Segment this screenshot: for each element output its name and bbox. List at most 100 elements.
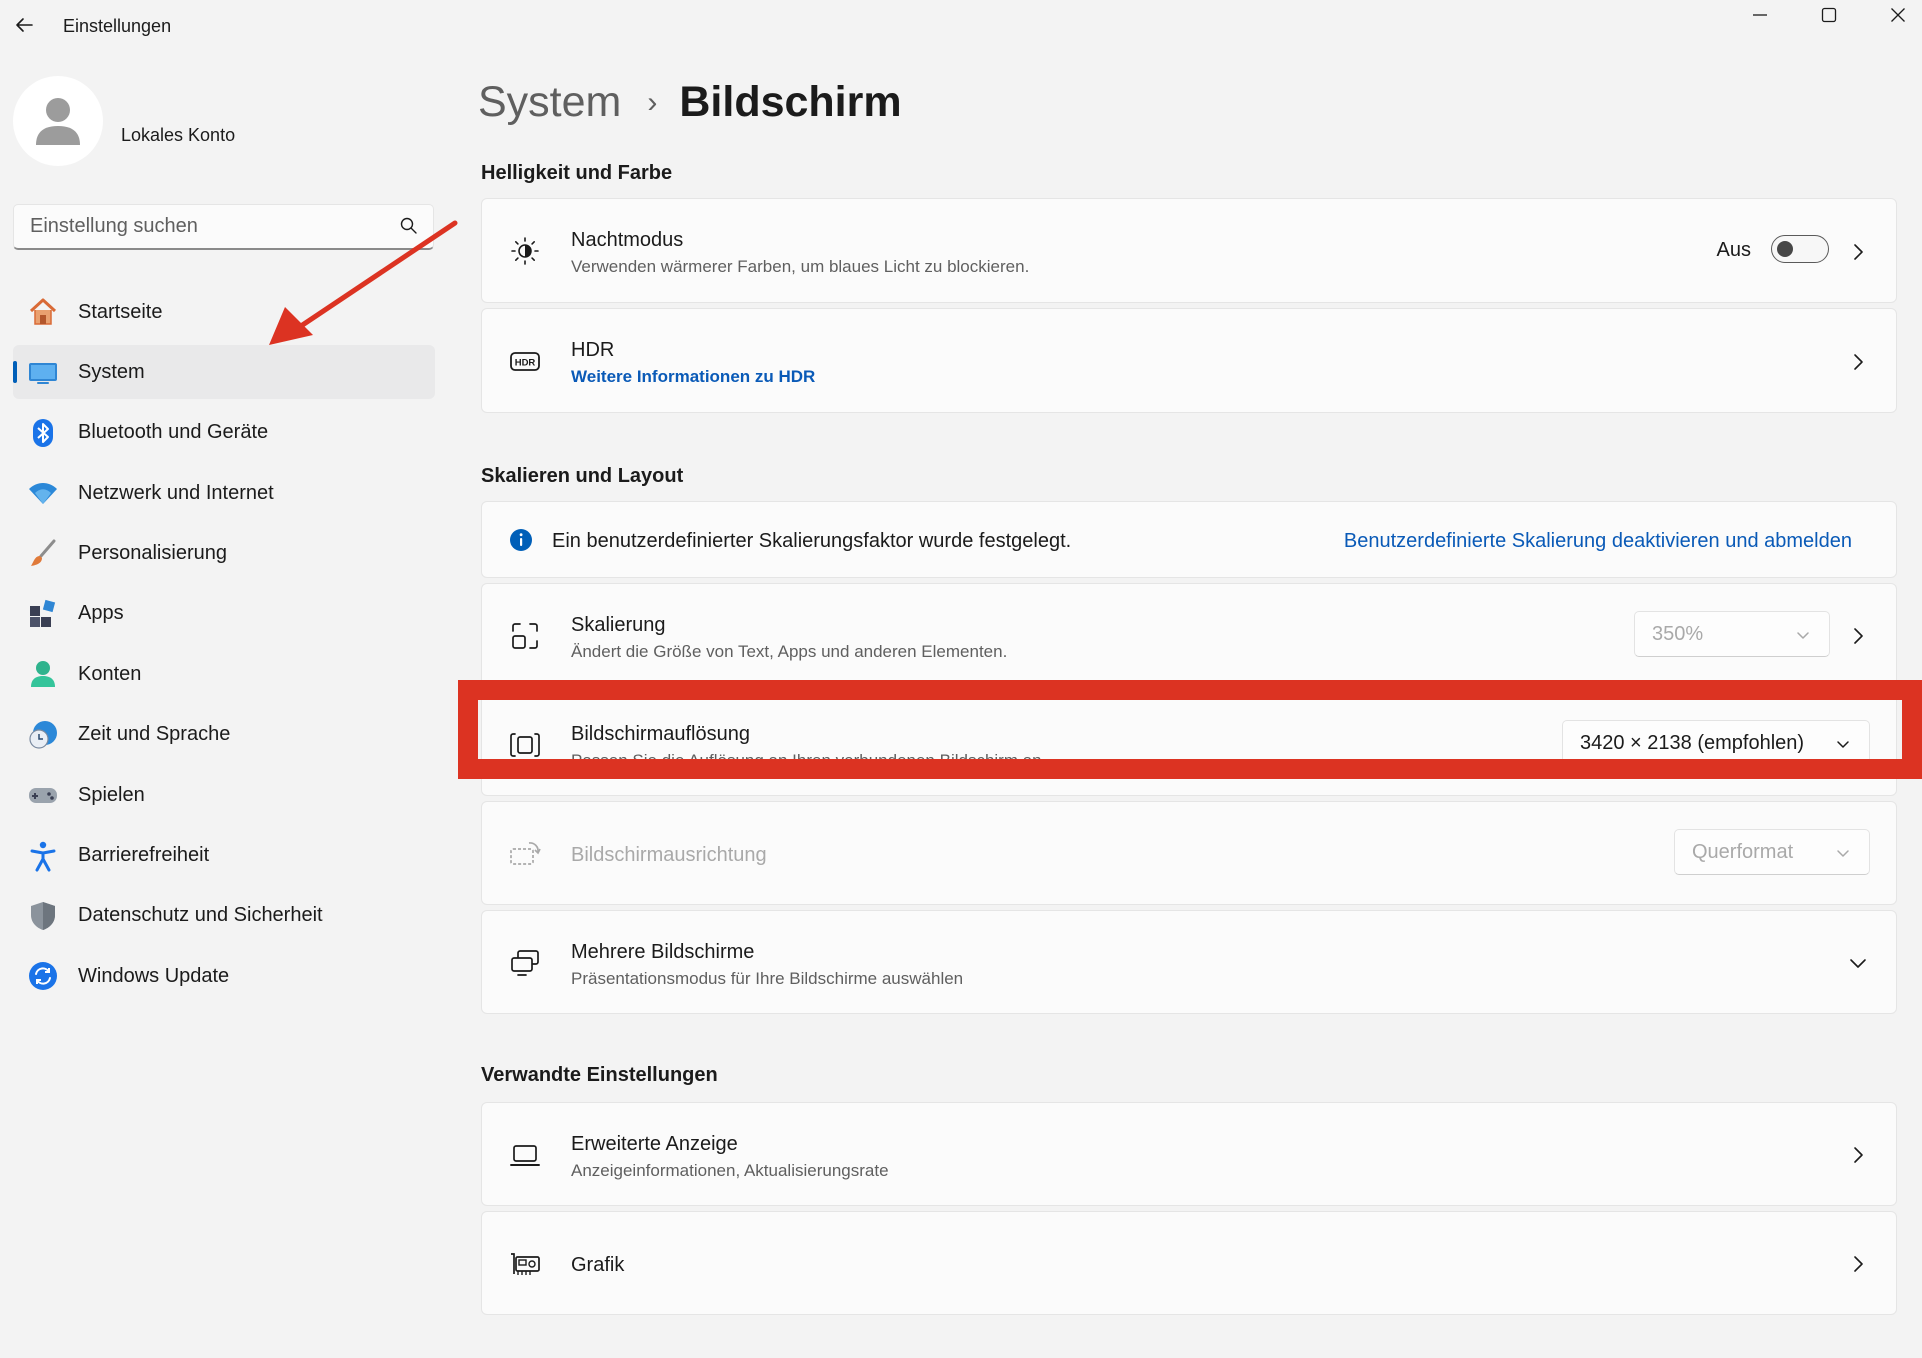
sidebar-item-label: System bbox=[78, 360, 145, 383]
hdr-icon: HDR bbox=[508, 344, 542, 378]
scale-icon bbox=[508, 619, 542, 653]
multi-monitor-icon bbox=[508, 946, 542, 980]
sidebar-item-label: Konten bbox=[78, 662, 142, 685]
advanced-display-title: Erweiterte Anzeige bbox=[571, 1133, 738, 1155]
multiple-displays-card[interactable]: Mehrere Bildschirme Präsentationsmodus f… bbox=[481, 910, 1897, 1014]
night-mode-toggle[interactable] bbox=[1771, 235, 1829, 263]
maximize-icon bbox=[1821, 7, 1837, 23]
sidebar-item-zeit-sprache[interactable]: Zeit und Sprache bbox=[13, 708, 435, 762]
annotation-highlight-box bbox=[458, 680, 1922, 779]
minimize-button[interactable] bbox=[1726, 0, 1794, 30]
hdr-title: HDR bbox=[571, 339, 615, 361]
avatar[interactable] bbox=[13, 76, 103, 166]
chevron-down-icon bbox=[1797, 632, 1809, 639]
chevron-right-icon[interactable] bbox=[1848, 352, 1868, 372]
disable-custom-scaling-link[interactable]: Benutzerdefinierte Skalierung deaktivier… bbox=[1344, 530, 1852, 553]
chevron-right-icon[interactable] bbox=[1848, 242, 1868, 262]
account-name: Lokales Konto bbox=[121, 125, 236, 145]
app-title: Einstellungen bbox=[63, 16, 172, 36]
breadcrumb: System › Bildschirm bbox=[478, 78, 902, 127]
sidebar-item-label: Startseite bbox=[78, 300, 163, 323]
brush-icon bbox=[26, 537, 60, 571]
orientation-dropdown: Querformat bbox=[1674, 829, 1870, 875]
breadcrumb-parent[interactable]: System bbox=[478, 78, 621, 127]
graphics-title: Grafik bbox=[571, 1254, 625, 1276]
sidebar-item-spielen[interactable]: Spielen bbox=[13, 768, 435, 822]
chevron-right-icon[interactable] bbox=[1848, 626, 1868, 646]
sidebar-item-label: Netzwerk und Internet bbox=[78, 481, 274, 504]
sidebar-item-bluetooth[interactable]: Bluetooth und Geräte bbox=[13, 406, 435, 460]
sidebar-item-apps[interactable]: Apps bbox=[13, 587, 435, 641]
night-mode-card[interactable]: Nachtmodus Verwenden wärmerer Farben, um… bbox=[481, 198, 1897, 303]
sidebar-item-windows-update[interactable]: Windows Update bbox=[13, 949, 435, 1003]
night-mode-toggle-label: Aus bbox=[1716, 239, 1751, 261]
info-icon bbox=[504, 523, 538, 557]
toggle-knob bbox=[1777, 241, 1793, 257]
sidebar-item-label: Bluetooth und Geräte bbox=[78, 421, 269, 444]
advanced-display-card[interactable]: Erweiterte Anzeige Anzeigeinformationen,… bbox=[481, 1102, 1897, 1206]
close-icon bbox=[1891, 8, 1905, 22]
apps-icon bbox=[26, 597, 60, 631]
svg-text:HDR: HDR bbox=[515, 358, 536, 369]
section-title-brightness: Helligkeit und Farbe bbox=[481, 162, 673, 184]
rotate-screen-icon bbox=[508, 837, 542, 871]
page-title: Bildschirm bbox=[679, 78, 902, 126]
person-icon bbox=[26, 657, 60, 691]
scaling-dropdown-value: 350% bbox=[1652, 622, 1704, 645]
chevron-right-icon[interactable] bbox=[1848, 1254, 1868, 1274]
hdr-card[interactable]: HDR HDR Weitere Informationen zu HDR bbox=[481, 308, 1897, 413]
sidebar-item-label: Personalisierung bbox=[78, 542, 227, 565]
home-icon bbox=[26, 295, 60, 329]
close-button[interactable] bbox=[1864, 0, 1922, 30]
sidebar-item-label: Zeit und Sprache bbox=[78, 723, 231, 746]
multiple-displays-subtitle: Präsentationsmodus für Ihre Bildschirme … bbox=[571, 969, 964, 988]
bluetooth-icon bbox=[26, 416, 60, 450]
sidebar-item-label: Datenschutz und Sicherheit bbox=[78, 904, 323, 927]
scaling-card[interactable]: Skalierung Ändert die Größe von Text, Ap… bbox=[481, 583, 1897, 687]
gamepad-icon bbox=[26, 778, 60, 812]
arrow-left-icon bbox=[16, 18, 33, 32]
brightness-icon bbox=[508, 234, 542, 268]
section-title-scale: Skalieren und Layout bbox=[481, 465, 684, 487]
sidebar-item-label: Spielen bbox=[78, 783, 145, 806]
minimize-icon bbox=[1753, 14, 1767, 16]
sidebar-item-netzwerk[interactable]: Netzwerk und Internet bbox=[13, 466, 435, 520]
advanced-display-subtitle: Anzeigeinformationen, Aktualisierungsrat… bbox=[571, 1161, 889, 1180]
graphics-card[interactable]: Grafik bbox=[481, 1211, 1897, 1315]
wifi-icon bbox=[26, 476, 60, 510]
scaling-dropdown[interactable]: 350% bbox=[1634, 611, 1830, 657]
sidebar-item-label: Barrierefreiheit bbox=[78, 844, 210, 867]
orientation-dropdown-value: Querformat bbox=[1692, 840, 1794, 863]
update-icon bbox=[26, 959, 60, 993]
shield-icon bbox=[26, 899, 60, 933]
laptop-icon bbox=[508, 1138, 542, 1172]
night-mode-title: Nachtmodus bbox=[571, 229, 684, 251]
breadcrumb-separator: › bbox=[647, 85, 658, 119]
scaling-info-text: Ein benutzerdefinierter Skalierungsfakto… bbox=[552, 530, 1072, 552]
sidebar-item-datenschutz[interactable]: Datenschutz und Sicherheit bbox=[13, 889, 435, 943]
multiple-displays-title: Mehrere Bildschirme bbox=[571, 941, 755, 963]
scaling-subtitle: Ändert die Größe von Text, Apps und ande… bbox=[571, 642, 1008, 661]
sidebar-item-barrierefreiheit[interactable]: Barrierefreiheit bbox=[13, 829, 435, 883]
hdr-info-link[interactable]: Weitere Informationen zu HDR bbox=[571, 367, 815, 387]
clock-globe-icon bbox=[26, 718, 60, 752]
scaling-title: Skalierung bbox=[571, 614, 666, 636]
back-button[interactable] bbox=[10, 10, 40, 40]
chevron-right-icon[interactable] bbox=[1848, 1145, 1868, 1165]
sidebar-item-label: Apps bbox=[78, 602, 124, 625]
orientation-title: Bildschirmausrichtung bbox=[571, 844, 767, 866]
sidebar-item-label: Windows Update bbox=[78, 964, 230, 987]
chevron-down-icon[interactable] bbox=[1848, 953, 1868, 973]
sidebar-item-personalisierung[interactable]: Personalisierung bbox=[13, 527, 435, 581]
sidebar-nav: Startseite System Bluetooth und Geräte N… bbox=[13, 285, 435, 1010]
accessibility-icon bbox=[26, 839, 60, 873]
sidebar-item-konten[interactable]: Konten bbox=[13, 647, 435, 701]
orientation-card: Bildschirmausrichtung Querformat bbox=[481, 801, 1897, 905]
chevron-down-icon bbox=[1837, 850, 1849, 857]
gpu-icon bbox=[508, 1247, 542, 1281]
maximize-button[interactable] bbox=[1795, 0, 1863, 30]
night-mode-subtitle: Verwenden wärmerer Farben, um blaues Lic… bbox=[571, 257, 1030, 276]
monitor-icon bbox=[26, 355, 60, 389]
person-icon bbox=[36, 98, 80, 145]
annotation-arrow bbox=[269, 220, 458, 345]
